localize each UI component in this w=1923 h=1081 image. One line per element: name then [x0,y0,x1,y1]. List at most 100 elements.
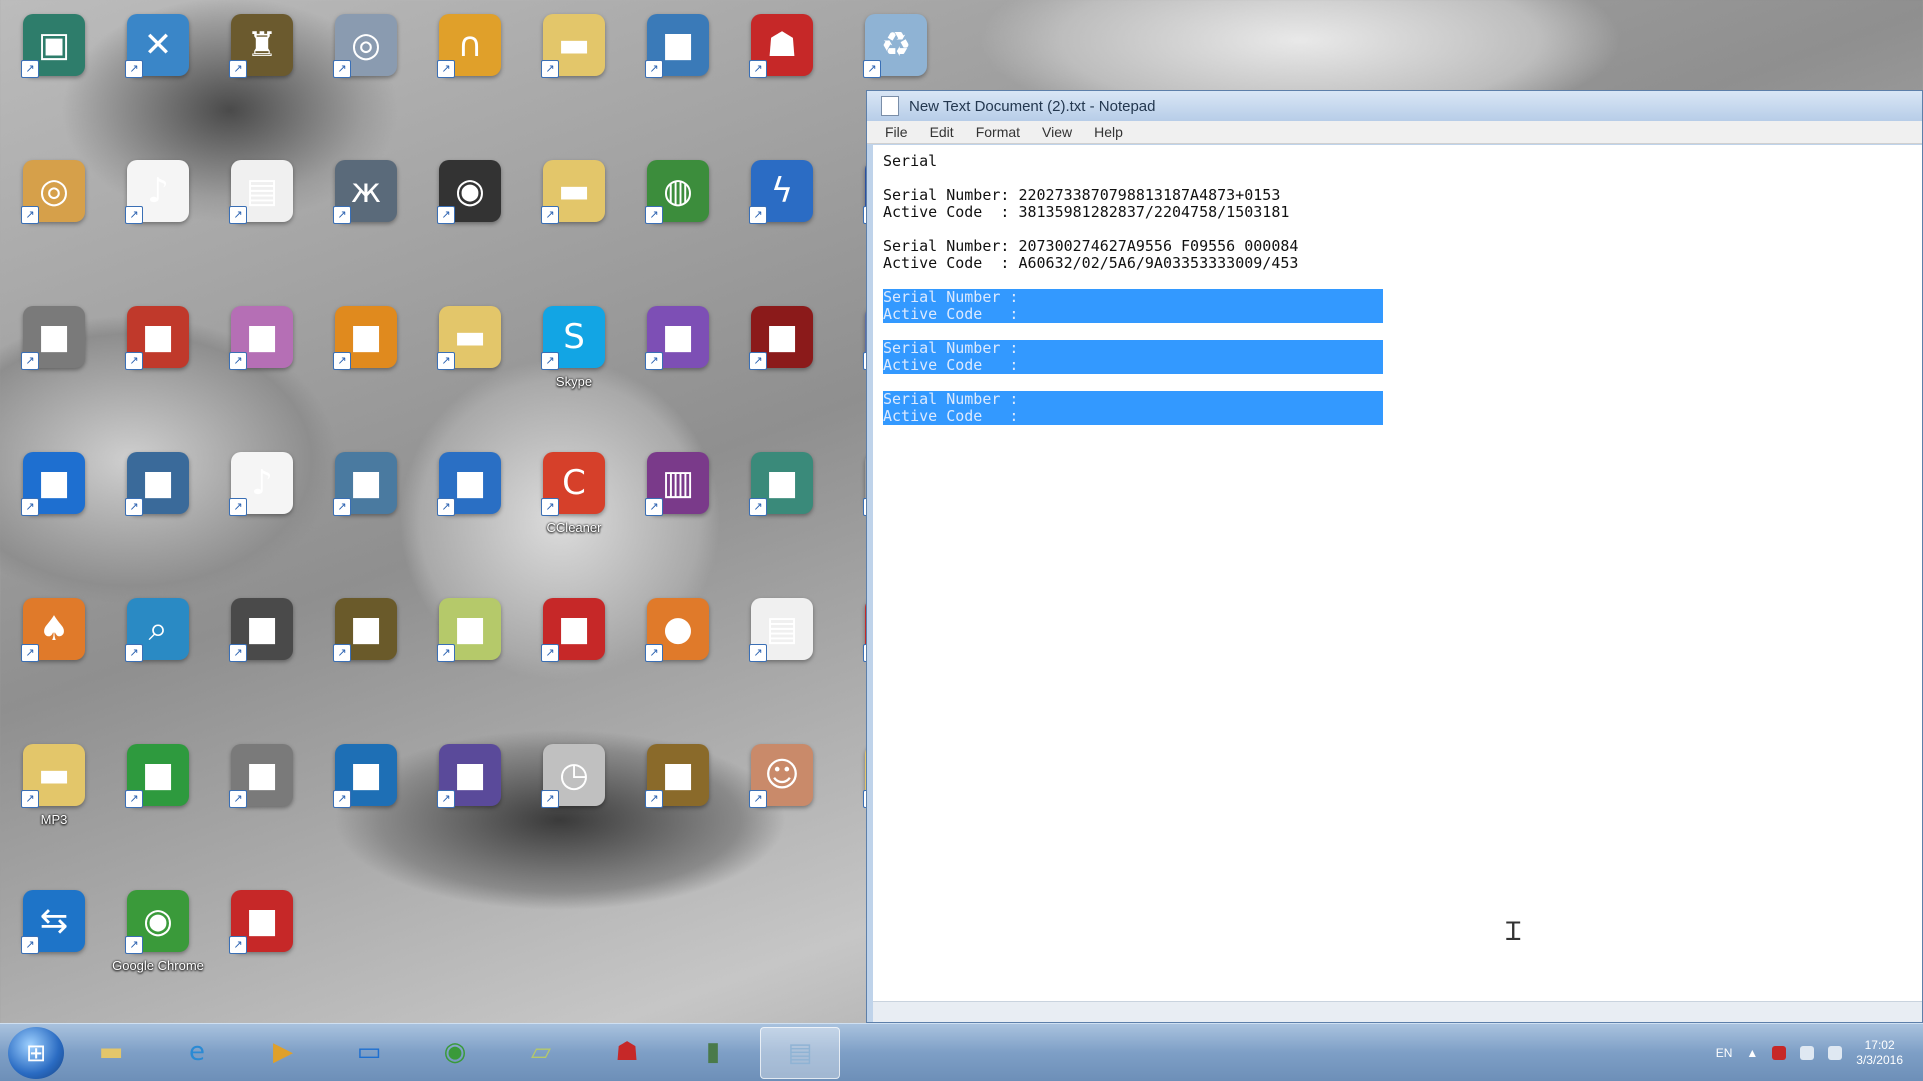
volume-icon[interactable] [1828,1045,1843,1060]
app-icon: ■↗ [645,744,709,808]
desktop-icon[interactable]: ■↗ [316,730,416,870]
shortcut-arrow-icon: ↗ [645,206,663,224]
text-editor[interactable]: Serial Serial Number: 2202733870798813187… [873,145,1922,1002]
desktop-icon[interactable]: ⇆ ↗ [4,876,104,1016]
app-icon: ■↗ [645,14,709,78]
taskbar-button[interactable]: ▶ [244,1027,322,1077]
desktop-icon[interactable]: ● ↗ [628,584,728,724]
desktop-icon[interactable]: ■↗ [212,584,312,724]
shortcut-arrow-icon: ↗ [21,206,39,224]
taskbar-button[interactable]: ▤ [760,1026,840,1079]
desktop-icon[interactable]: ■↗ [108,730,208,870]
desktop-icon[interactable]: ◉ ↗ [420,146,520,286]
desktop-icon[interactable]: ■↗ [316,584,416,724]
desktop-icon[interactable]: ◷ ↗ [524,730,624,870]
shortcut-arrow-icon: ↗ [333,644,351,662]
shortcut-arrow-icon: ↗ [437,498,455,516]
text-line: Serial Number : [883,289,1912,306]
desktop-icon[interactable]: ∩ ↗ [420,0,520,140]
desktop-icon[interactable]: ■↗ [732,292,832,432]
language-indicator[interactable]: EN [1716,1046,1733,1060]
app-icon: ■↗ [125,744,189,808]
menu-edit[interactable]: Edit [930,124,954,140]
taskbar-button[interactable]: ◉ [416,1027,494,1077]
internet-explorer-icon: e [189,1036,205,1067]
desktop-icon[interactable]: ■↗ [732,438,832,578]
desktop-icon[interactable]: ♠ ↗ [4,584,104,724]
taskbar-button[interactable]: ▱ [502,1027,580,1077]
desktop-icon[interactable]: ◍ ↗ [628,146,728,286]
desktop-icon[interactable]: ■↗ [108,292,208,432]
desktop-icon[interactable]: ◎ ↗ [316,0,416,140]
menu-help[interactable]: Help [1094,124,1123,140]
shortcut-arrow-icon: ↗ [125,644,143,662]
desktop-icon[interactable]: ☗ ↗ [732,0,832,140]
desktop-icon[interactable]: ▬ ↗ MP3 [4,730,104,870]
desktop-icon[interactable]: ♪ ↗ [108,146,208,286]
desktop-icon[interactable]: ■↗ [420,438,520,578]
desktop-icon-label: MP3 [40,812,68,827]
desktop-icon[interactable]: ϟ ↗ [732,146,832,286]
shortcut-arrow-icon: ↗ [437,206,455,224]
explorer-folder-icon: ▬ [98,1036,124,1067]
app-icon: ■↗ [21,306,85,370]
desktop-icon[interactable]: ▬↗ [524,0,624,140]
desktop-icon[interactable]: C ↗ CCleaner [524,438,624,578]
desktop-icon[interactable]: S ↗ Skype [524,292,624,432]
clock[interactable]: 17:02 3/3/2016 [1856,1038,1903,1068]
desktop-icon[interactable]: ■↗ [212,730,312,870]
app-icon: ■↗ [21,452,85,516]
desktop-icon[interactable]: ■↗ [212,876,312,1016]
desktop-icon[interactable]: ▬↗ [524,146,624,286]
taskbar-button[interactable]: e [158,1027,236,1077]
desktop-icon[interactable]: ■↗ [524,584,624,724]
action-center-icon[interactable] [1772,1045,1787,1060]
shortcut-arrow-icon: ↗ [125,790,143,808]
notepad-titlebar[interactable]: New Text Document (2).txt - Notepad [867,91,1922,121]
desktop-icon[interactable]: ▤ ↗ [732,584,832,724]
desktop-icon[interactable]: ▣ ↗ [4,0,104,140]
notepad-app-icon [881,96,899,116]
show-hidden-icons-icon[interactable]: ▲ [1746,1046,1758,1060]
shortcut-arrow-icon: ↗ [437,60,455,78]
desktop-icon[interactable]: ▤ ↗ [212,146,312,286]
shortcut-arrow-icon: ↗ [645,352,663,370]
menu-file[interactable]: File [885,124,908,140]
app-icon: ■↗ [749,306,813,370]
desktop-icon[interactable]: ☺ ↗ [732,730,832,870]
taskbar-button[interactable]: ▮ [674,1027,752,1077]
chrome-icon: ◉ [443,1036,467,1067]
desktop-icon[interactable]: ж ↗ [316,146,416,286]
desktop-icon[interactable]: ■↗ [420,730,520,870]
menu-view[interactable]: View [1042,124,1072,140]
desktop-icon[interactable]: ■↗ [316,438,416,578]
desktop-icon[interactable]: ✕ ↗ [108,0,208,140]
notepad-window[interactable]: New Text Document (2).txt - Notepad File… [866,90,1923,1023]
menu-format[interactable]: Format [976,124,1020,140]
desktop-icon[interactable]: ■↗ [316,292,416,432]
desktop-icon[interactable]: ♪ ↗ [212,438,312,578]
desktop-icon[interactable]: ◉ ↗ Google Chrome [108,876,208,1016]
taskbar-button[interactable]: ☗ [588,1027,666,1077]
desktop-icon[interactable]: ■↗ [212,292,312,432]
desktop-icon[interactable]: ■↗ [628,730,728,870]
desktop-icon[interactable]: ■↗ [4,438,104,578]
desktop-icon[interactable]: ▥ ↗ [628,438,728,578]
desktop-icon[interactable]: ◎ ↗ [4,146,104,286]
desktop-icon[interactable]: ♜ ↗ [212,0,312,140]
app-icon: ■↗ [437,598,501,662]
desktop-icon[interactable]: ■↗ [628,0,728,140]
taskbar-button[interactable]: ▭ [330,1027,408,1077]
taskbar-button[interactable]: ▬ [72,1027,150,1077]
desktop-icon[interactable]: ▬↗ [420,292,520,432]
desktop-icon[interactable]: ⌕ ↗ [108,584,208,724]
network-icon[interactable] [1800,1045,1815,1060]
desktop-icon[interactable]: ■↗ [420,584,520,724]
desktop-icon[interactable]: ■↗ [108,438,208,578]
start-button[interactable]: ⊞ [8,1026,64,1079]
desktop-icon[interactable]: ■↗ [4,292,104,432]
shortcut-arrow-icon: ↗ [749,60,767,78]
shortcut-arrow-icon: ↗ [229,644,247,662]
desktop-icon[interactable]: ■↗ [628,292,728,432]
horizontal-scrollbar[interactable] [873,1001,1922,1022]
